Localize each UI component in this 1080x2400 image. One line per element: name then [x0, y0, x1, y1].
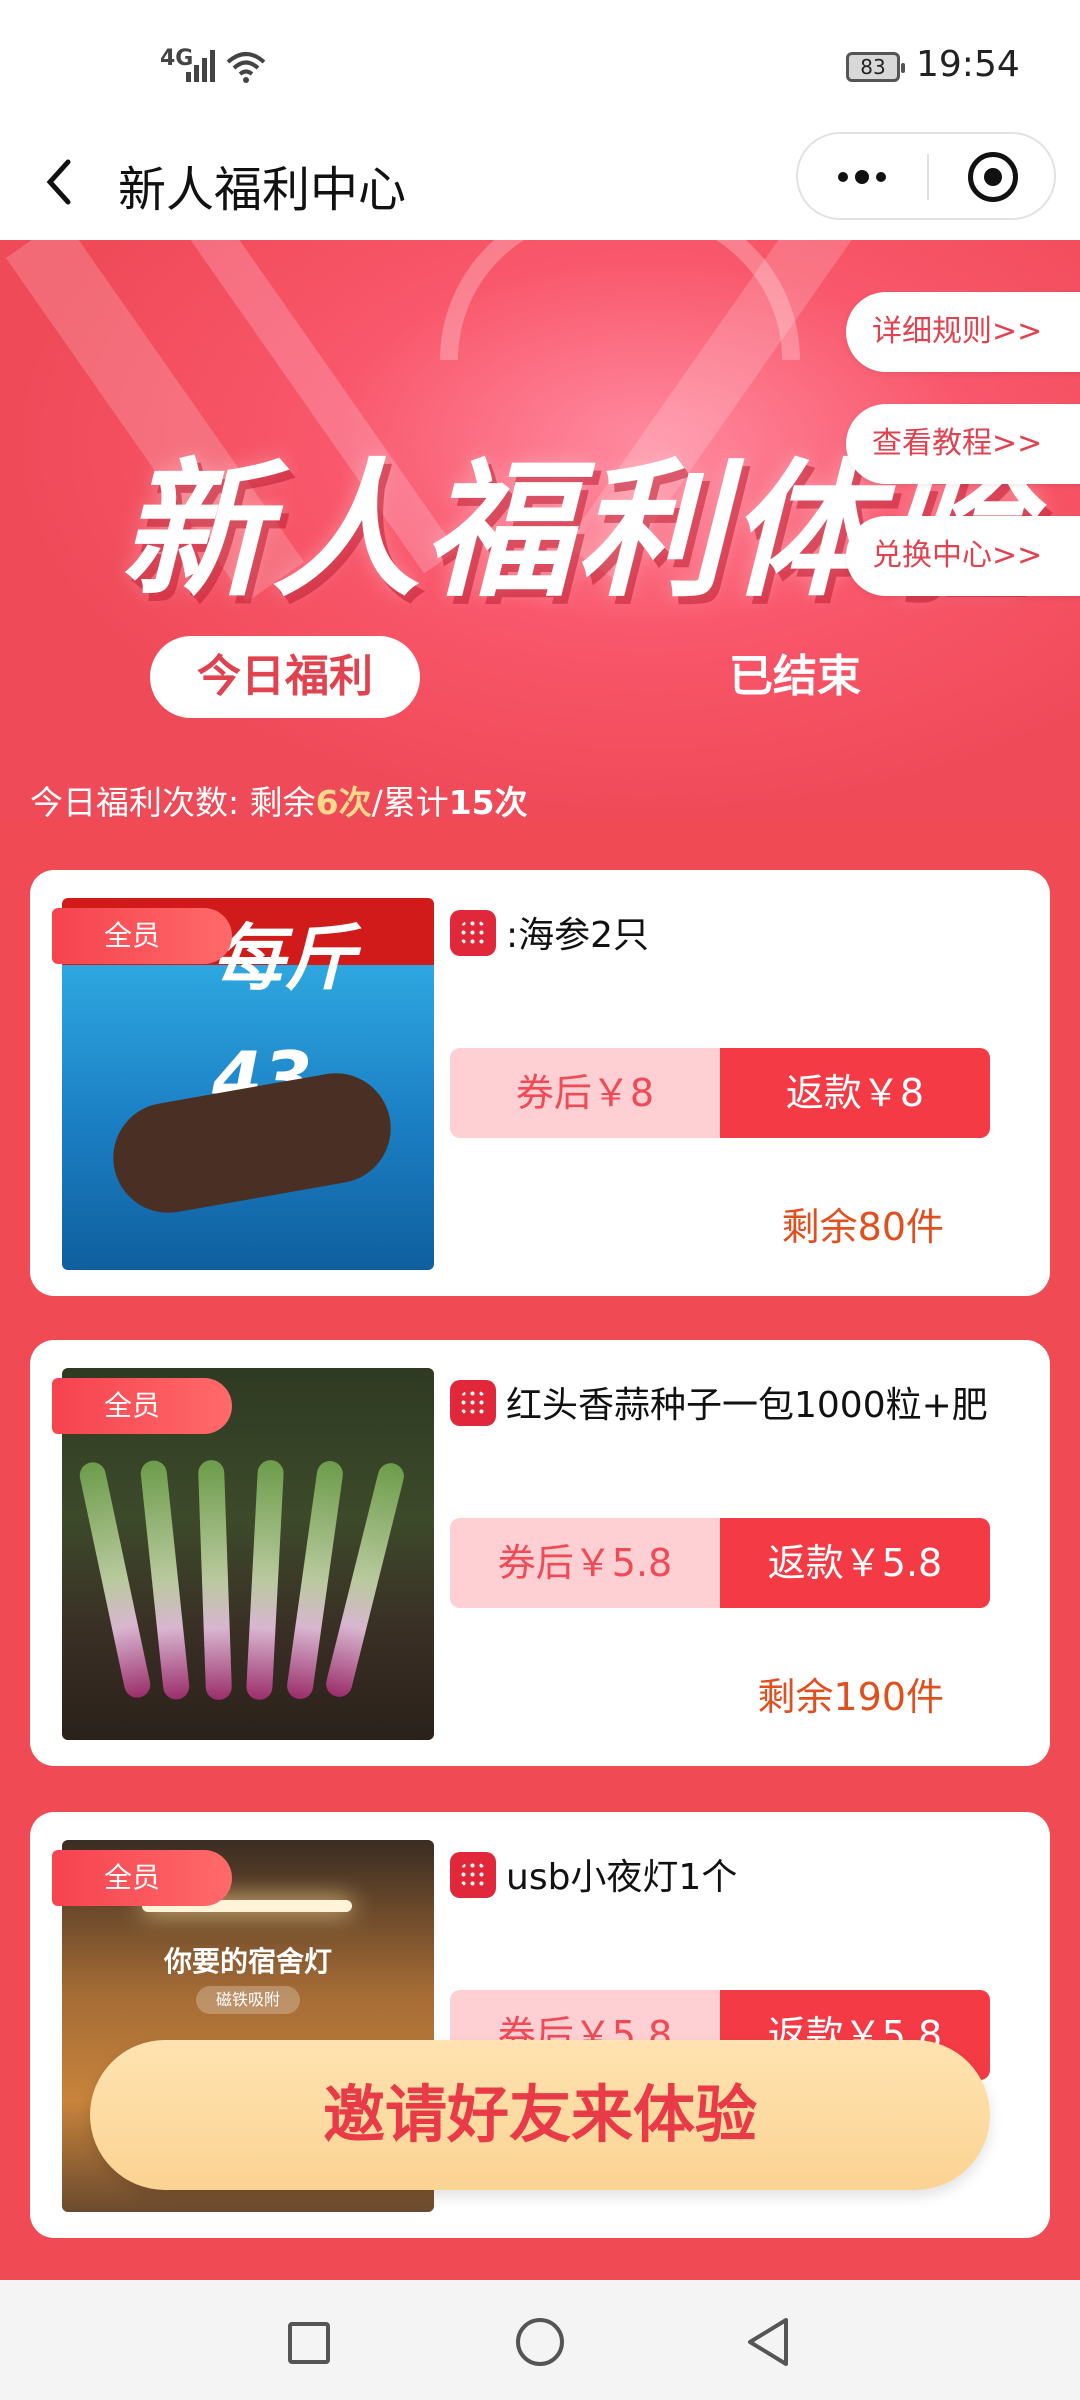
miniprogram-capsule — [796, 132, 1056, 220]
tab-ended[interactable]: 已结束 — [660, 636, 930, 718]
counter-prefix: 今日福利次数: 剩余 — [30, 783, 316, 822]
member-badge: 全员 — [52, 1378, 232, 1434]
invite-friends-button[interactable]: 邀请好友来体验 — [90, 2040, 990, 2190]
stock-remaining: 剩余190件 — [757, 1675, 944, 1719]
product-card[interactable]: 全员 红头香蒜种子一包1000粒+肥 券后￥5.8 返款￥5.8 剩余190件 — [30, 1340, 1050, 1766]
product-name: usb小夜灯1个 — [506, 1857, 738, 1898]
image-caption: 你要的宿舍灯 — [163, 1945, 332, 1978]
tab-today[interactable]: 今日福利 — [150, 636, 420, 718]
counter-remaining: 6次 — [315, 783, 372, 822]
counter-sep: /累计 — [371, 783, 449, 822]
member-badge: 全员 — [52, 1850, 232, 1906]
signal-icon — [186, 50, 216, 82]
page-title: 新人福利中心 — [118, 162, 407, 218]
status-bar: 4G 83 19:54 — [0, 0, 1080, 128]
pinduoduo-icon — [450, 910, 496, 956]
product-name: :海参2只 — [506, 915, 650, 956]
product-card[interactable]: 每斤43元起 全员 :海参2只 券后￥8 返款￥8 剩余80件 — [30, 870, 1050, 1296]
sea-cucumber-shape — [104, 1064, 400, 1222]
back-nav-icon[interactable] — [744, 2316, 794, 2368]
pinduoduo-icon — [450, 1852, 496, 1898]
refund-button[interactable]: 返款￥8 — [720, 1048, 990, 1138]
image-subcaption: 磁铁吸附 — [196, 1986, 300, 2014]
coupon-price[interactable]: 券后￥5.8 — [450, 1518, 720, 1608]
clock: 19:54 — [916, 44, 1020, 85]
pinduoduo-icon — [450, 1380, 496, 1426]
capsule-divider — [927, 154, 929, 200]
system-nav-bar — [0, 2280, 1080, 2400]
battery-icon: 83 — [846, 52, 905, 82]
rules-button[interactable]: 详细规则>> — [846, 292, 1080, 372]
counter-total: 15次 — [448, 783, 528, 822]
tutorial-button[interactable]: 查看教程>> — [846, 404, 1080, 484]
back-icon[interactable] — [38, 152, 88, 212]
refund-button[interactable]: 返款￥5.8 — [720, 1518, 990, 1608]
recents-icon[interactable] — [288, 2322, 330, 2364]
close-miniprogram-icon[interactable] — [968, 152, 1018, 202]
title-bar: 新人福利中心 — [0, 128, 1080, 240]
exchange-center-button[interactable]: 兑换中心>> — [846, 516, 1080, 596]
wifi-icon — [226, 52, 266, 83]
coupon-price[interactable]: 券后￥8 — [450, 1048, 720, 1138]
member-badge: 全员 — [52, 908, 232, 964]
home-icon[interactable] — [516, 2318, 564, 2366]
stock-remaining: 剩余80件 — [781, 1205, 944, 1249]
benefit-counter: 今日福利次数: 剩余6次/累计15次 — [30, 776, 528, 824]
more-icon[interactable] — [834, 156, 894, 196]
banner-decoration — [440, 240, 800, 360]
product-name: 红头香蒜种子一包1000粒+肥 — [506, 1385, 988, 1426]
